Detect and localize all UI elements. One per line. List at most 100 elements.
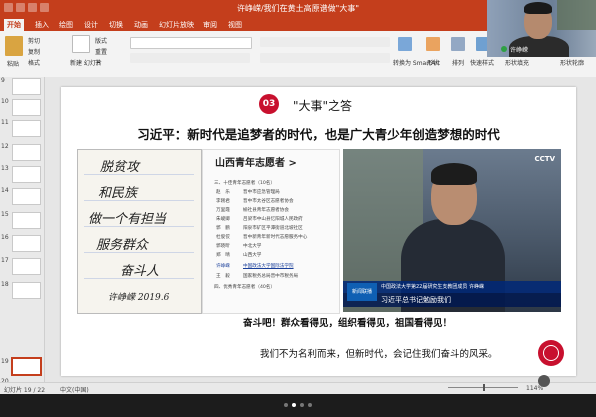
font-selector[interactable] — [130, 37, 252, 49]
paragraph-group[interactable] — [260, 37, 390, 47]
zoom-slider-thumb[interactable] — [483, 384, 485, 391]
page-dot-active[interactable] — [292, 403, 296, 407]
slide-number: 13 — [1, 165, 9, 172]
tab-view[interactable]: 视图 — [225, 19, 245, 31]
slide-thumbnail[interactable] — [12, 212, 41, 229]
handwriting-line: 脱贫攻 — [100, 160, 140, 175]
closing-text: 我们不为名利而来，但新时代，会记住我们奋斗的风采。 — [260, 349, 498, 360]
handwritten-note-image: 脱贫攻 和民族 做一个有担当 服务群众 奋斗人 许峥嵘 2019.6 — [77, 149, 202, 314]
slide-number: 17 — [1, 257, 9, 264]
slide-counter: 幻灯片 19 / 22 — [4, 387, 46, 394]
slide-number: 18 — [1, 281, 9, 288]
slide-number: 14 — [1, 187, 9, 194]
page-dot[interactable] — [300, 403, 304, 407]
section-button[interactable]: 节 — [95, 58, 101, 67]
quick-styles-label: 快速样式 — [470, 60, 495, 67]
roster-org: 晋中新青年新时代志愿服务中心 — [243, 235, 308, 240]
slide-number: 11 — [1, 119, 9, 126]
slide-thumbnail[interactable] — [12, 166, 41, 183]
roster-name: 朱峻卿 — [216, 217, 230, 222]
roster-title: 山西青年志愿者 > — [215, 158, 297, 169]
roster-org: 晋中市太谷区志愿者协会 — [243, 199, 294, 204]
roster-org: 吕梁市中山县忆阳城人民政府 — [243, 217, 303, 222]
roster-org-highlight: 中国政法大学国际法学院 — [243, 264, 294, 269]
webcam-overlay: 许峥嵘 — [487, 0, 596, 57]
participant-name: 许峥嵘 — [510, 47, 529, 54]
program-logo: 新闻联播 — [347, 283, 377, 301]
slide-number: 15 — [1, 211, 9, 218]
new-slide-icon[interactable] — [72, 35, 90, 53]
arrange-icon[interactable] — [451, 37, 465, 51]
tab-insert[interactable]: 插入 — [32, 19, 52, 31]
roster-org: 山西大学 — [243, 253, 262, 258]
slide-thumbnail[interactable] — [12, 144, 41, 161]
roster-name: 郭晓昕 — [216, 244, 230, 249]
roster-name: 万里霞 — [216, 208, 230, 213]
page-dot[interactable] — [308, 403, 312, 407]
tab-slideshow[interactable]: 幻灯片放映 — [156, 19, 197, 31]
language-indicator[interactable]: 中文(中国) — [60, 385, 89, 394]
slide-number: 16 — [1, 234, 9, 241]
roster-name: 王 毅 — [216, 274, 230, 279]
roster-name: 郑 晴 — [216, 253, 230, 258]
shapes-icon[interactable] — [426, 37, 440, 51]
paste-label: 粘贴 — [7, 61, 20, 68]
format-painter-button[interactable]: 格式 — [28, 58, 40, 67]
roster-name: 杜俊佼 — [216, 235, 230, 240]
cut-button[interactable]: 剪切 — [28, 36, 40, 45]
slide-quote: 习近平：新时代是追梦者的时代，也是广大青少年创造梦想的时代 — [137, 127, 500, 142]
shape-outline-button[interactable]: 形状轮廓 — [560, 58, 584, 67]
smartart-icon[interactable] — [398, 37, 412, 51]
arrange-label: 排列 — [452, 60, 465, 67]
mic-icon — [501, 46, 507, 52]
slide-thumbnail[interactable] — [12, 188, 41, 205]
shapes-label: 形状 — [427, 60, 440, 67]
page-dot[interactable] — [284, 403, 288, 407]
roster-org: 国家税务总局晋中市税务局 — [243, 274, 299, 279]
roster-name-highlight: 许峥嵘 — [216, 264, 230, 269]
section-badge: 03 — [259, 94, 279, 114]
slide-number: 9 — [1, 77, 5, 84]
slide-thumbnail[interactable] — [12, 235, 41, 252]
news-video-still: CCTV 中国政法大学第22届研究生支教团成员 许峥嵘 习近平总书记勉励我们 新… — [343, 149, 561, 312]
reset-button[interactable]: 重置 — [95, 47, 107, 56]
copy-button[interactable]: 复制 — [28, 47, 40, 56]
paste-icon[interactable] — [5, 36, 23, 56]
cctv-logo: CCTV — [534, 155, 555, 163]
slide-thumbnail[interactable] — [12, 78, 41, 95]
tab-design[interactable]: 设计 — [81, 19, 101, 31]
slide-heading: "大事"之答 — [293, 99, 353, 113]
microphone-icon[interactable] — [538, 375, 550, 387]
university-seal-icon — [538, 340, 564, 366]
handwriting-line: 奋斗人 — [120, 264, 160, 279]
tab-transitions[interactable]: 切换 — [106, 19, 126, 31]
tab-animations[interactable]: 动画 — [131, 19, 151, 31]
slogan-text: 奋斗吧！群众看得见，组织看得见，祖国看得见！ — [243, 318, 453, 329]
roster-org: 晋中市应急管理局 — [243, 190, 280, 195]
handwriting-line: 服务群众 — [96, 238, 149, 253]
font-format-group[interactable] — [130, 53, 250, 63]
slide-thumbnail[interactable] — [12, 282, 41, 299]
slide-thumbnail[interactable] — [12, 99, 41, 116]
slide-number: 19 — [1, 358, 9, 365]
roster-org: 中北大学 — [243, 244, 262, 249]
roster-section: 三、十佳青年志愿者（10名） — [214, 181, 275, 186]
roster-section: 四、优秀青年志愿者（40名） — [214, 285, 275, 290]
tab-draw[interactable]: 绘图 — [56, 19, 76, 31]
alignment-group[interactable] — [260, 53, 390, 63]
handwriting-line: 和民族 — [98, 186, 138, 201]
slide-thumbnail-panel[interactable]: 9 10 11 12 13 14 15 16 17 18 19 20 — [0, 77, 45, 382]
handwriting-signature: 许峥嵘 2019.6 — [108, 293, 170, 303]
roster-name: 赵 乐 — [216, 190, 230, 195]
screen-share-bar — [0, 394, 596, 417]
slide-thumbnail[interactable] — [12, 258, 41, 275]
handwriting-line: 做一个有担当 — [88, 212, 167, 227]
slide-thumbnail[interactable] — [12, 120, 41, 137]
shape-fill-button[interactable]: 形状填充 — [505, 58, 529, 67]
roster-name: 李刚君 — [216, 199, 230, 204]
tab-review[interactable]: 审阅 — [200, 19, 220, 31]
slide-number: 10 — [1, 98, 9, 105]
slide-thumbnail-selected[interactable] — [11, 357, 42, 376]
layout-button[interactable]: 版式 — [95, 36, 107, 45]
tab-home[interactable]: 开始 — [4, 19, 24, 31]
